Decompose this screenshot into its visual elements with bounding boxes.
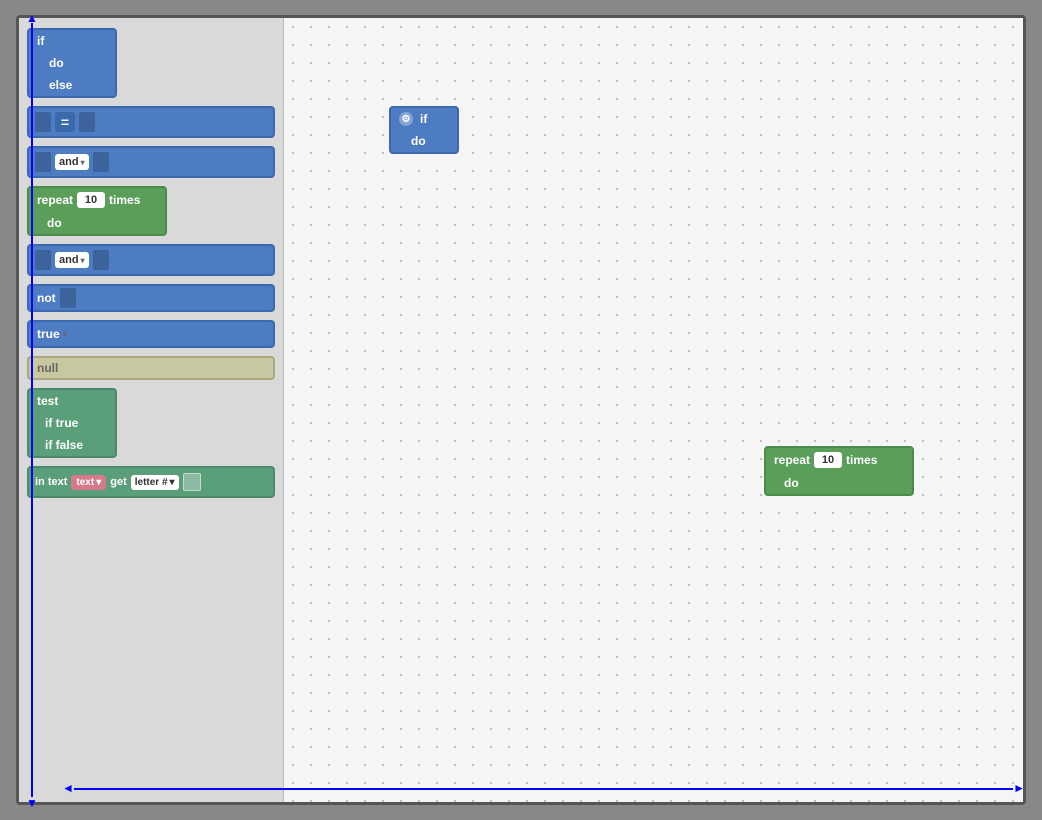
main-container: if do else = and ▾ rep — [16, 15, 1026, 805]
do-label: do — [49, 56, 64, 70]
right-socket — [183, 473, 201, 491]
repeat-label: repeat — [37, 193, 73, 207]
canvas-do-label: do — [784, 476, 799, 490]
and-dropdown-1[interactable]: and ▾ — [55, 154, 89, 170]
text-input[interactable]: text ▾ — [71, 475, 106, 490]
if-label: if — [37, 34, 44, 48]
true-label: true — [37, 327, 60, 341]
and-block-1[interactable]: and ▾ — [27, 146, 275, 178]
vertical-arrow — [31, 23, 33, 797]
and-block-2[interactable]: and ▾ — [27, 244, 275, 276]
canvas-area[interactable]: ⚙ if do repeat 10 times do — [284, 18, 1023, 802]
repeat-block-sidebar[interactable]: repeat 10 times do — [27, 186, 167, 236]
right-socket — [93, 152, 109, 172]
right-socket — [93, 250, 109, 270]
not-block[interactable]: not — [27, 284, 275, 312]
canvas-if-block[interactable]: ⚙ if do — [389, 106, 459, 154]
right-socket — [79, 112, 95, 132]
test-block[interactable]: test if true if false — [27, 388, 117, 458]
sidebar: if do else = and ▾ rep — [19, 18, 284, 802]
canvas-do-label: do — [411, 134, 426, 148]
equals-symbol: = — [55, 112, 75, 132]
letter-dropdown[interactable]: letter # ▾ — [131, 475, 179, 490]
canvas-repeat-label: repeat — [774, 453, 810, 467]
left-socket — [35, 250, 51, 270]
letter-dropdown-arrow: ▾ — [170, 477, 175, 488]
canvas-if-label: if — [420, 112, 427, 126]
null-block[interactable]: null — [27, 356, 275, 380]
gear-icon: ⚙ — [399, 112, 413, 126]
text-dropdown-arrow: ▾ — [96, 477, 101, 488]
canvas-repeat-block[interactable]: repeat 10 times do — [764, 446, 914, 496]
if-true-label: if true — [45, 416, 78, 430]
true-dropdown-arrow: ▾ — [63, 330, 67, 339]
dropdown-arrow-2: ▾ — [81, 256, 85, 265]
in-text-label: in text — [35, 476, 67, 488]
intext-block[interactable]: in text text ▾ get letter # ▾ — [27, 466, 275, 498]
left-socket — [35, 112, 51, 132]
horizontal-arrow — [74, 788, 284, 790]
times-label: times — [109, 193, 140, 207]
if-do-else-block[interactable]: if do else — [27, 28, 117, 98]
right-socket — [60, 288, 76, 308]
repeat-value[interactable]: 10 — [77, 192, 105, 208]
canvas-times-label: times — [846, 453, 877, 467]
null-label: null — [37, 361, 58, 375]
true-block[interactable]: true ▾ — [27, 320, 275, 348]
else-label: else — [49, 78, 72, 92]
canvas-repeat-value[interactable]: 10 — [814, 452, 842, 468]
and-dropdown-2[interactable]: and ▾ — [55, 252, 89, 268]
test-label: test — [37, 394, 58, 408]
not-label: not — [37, 291, 56, 305]
get-label: get — [110, 476, 127, 488]
left-socket — [35, 152, 51, 172]
do-label: do — [47, 216, 62, 230]
equals-block[interactable]: = — [27, 106, 275, 138]
if-false-label: if false — [45, 438, 83, 452]
dropdown-arrow-1: ▾ — [81, 158, 85, 167]
